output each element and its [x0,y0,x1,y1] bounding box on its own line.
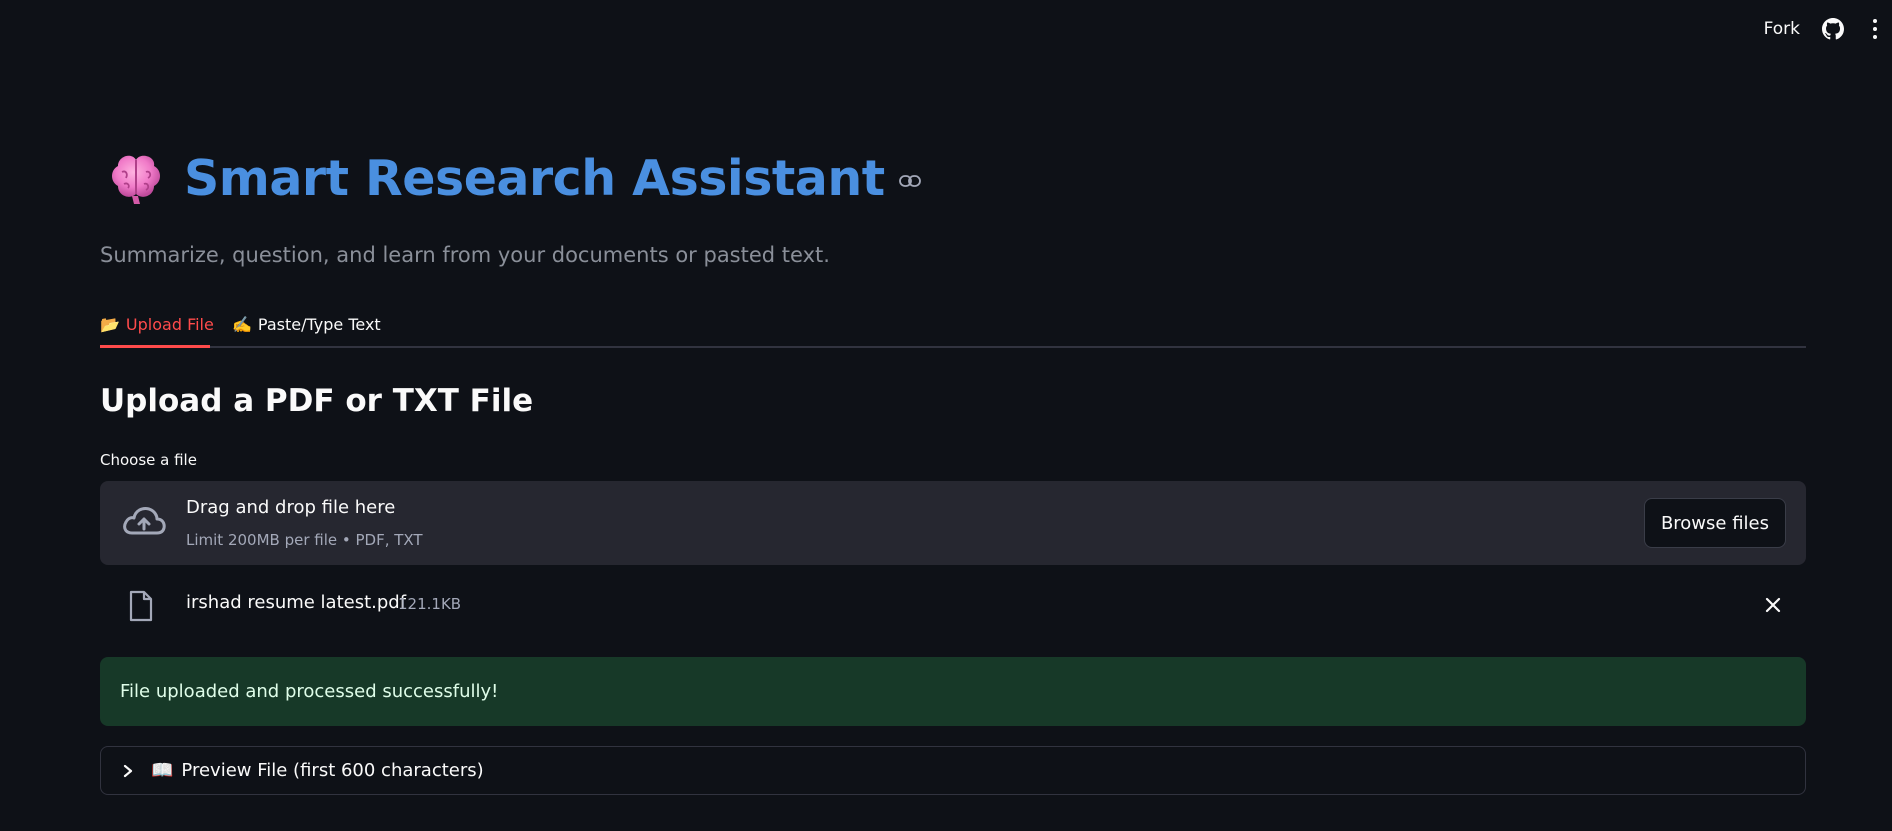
active-tab-indicator [100,345,210,348]
page-title: Smart Research Assistant [184,149,885,207]
dropzone-title: Drag and drop file here [186,497,396,518]
tab-paste-text[interactable]: ✍️ Paste/Type Text [232,310,381,338]
success-alert: File uploaded and processed successfully… [100,657,1806,726]
section-title: Upload a PDF or TXT File [100,383,534,419]
file-name: irshad resume latest.pdf [186,592,407,613]
chevron-right-icon [121,764,135,778]
expander-label: Preview File (first 600 characters) [181,760,484,781]
cloud-upload-icon [120,503,168,543]
file-dropzone[interactable]: Drag and drop file here Limit 200MB per … [100,481,1806,565]
alert-message: File uploaded and processed successfully… [120,681,499,702]
tab-label: Upload File [125,314,214,334]
fork-button[interactable]: Fork [1764,19,1800,39]
tab-upload-file[interactable]: 📂 Upload File [100,310,214,338]
file-uploader-label: Choose a file [100,451,197,469]
tab-label: Paste/Type Text [257,314,381,334]
close-icon[interactable] [1762,594,1784,616]
preview-expander[interactable]: 📖 Preview File (first 600 characters) [100,746,1806,795]
uploaded-file-row: irshad resume latest.pdf 121.1KB [100,584,1806,628]
folder-icon: 📂 [100,314,120,334]
page-header: Smart Research Assistant [106,148,921,208]
browse-files-button[interactable]: Browse files [1643,498,1786,548]
tab-bar: 📂 Upload File ✍️ Paste/Type Text [100,300,1806,348]
file-icon [128,590,154,622]
page-subtitle: Summarize, question, and learn from your… [100,243,830,267]
file-size: 121.1KB [398,595,462,613]
dropzone-hint: Limit 200MB per file • PDF, TXT [186,531,423,549]
github-icon[interactable] [1822,18,1844,40]
top-toolbar: Fork [1764,0,1892,58]
open-book-icon: 📖 [151,760,174,781]
vertical-ellipsis-icon[interactable] [1866,16,1884,42]
link-icon[interactable] [898,174,921,188]
writing-hand-icon: ✍️ [232,314,252,334]
brain-icon [106,148,166,208]
